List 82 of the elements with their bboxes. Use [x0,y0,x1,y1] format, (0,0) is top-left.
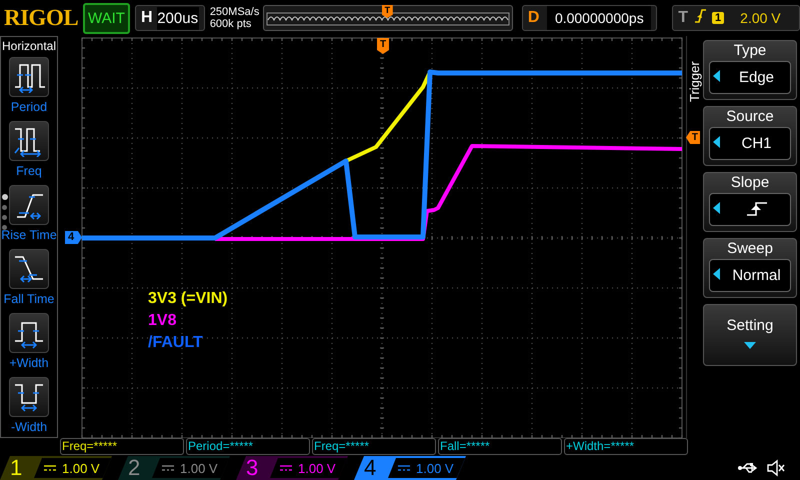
channel-number: 4 [364,455,378,480]
menu-button[interactable]: Setting [703,304,797,366]
run-status[interactable]: WAIT [83,2,130,34]
channel-scale: 1.00 V [180,460,218,476]
measure-label: -Width [10,420,48,436]
dc-coupling-icon [398,464,410,472]
measurement-readout: Freq=***** [60,438,184,455]
menu-title: Horizontal [2,39,56,53]
channel-tab[interactable]: 1 1.00 V [0,456,112,480]
menu-button[interactable]: Source CH1 [703,106,797,166]
left-arrow-icon [713,136,720,148]
channel-scale: 1.00 V [62,460,100,476]
trigger-level-marker[interactable]: T [686,131,700,144]
menu-button-title: Sweep [727,239,773,259]
channel-offset-marker[interactable]: 4 [65,231,82,244]
trigger-position-marker[interactable]: T [377,38,389,54]
channel-scale: 1.00 V [416,460,454,476]
value-field[interactable]: Edge [709,61,791,94]
menu-button-title: Slope [730,173,770,193]
menu-button-title: Setting [726,316,774,336]
channel-scale: 1.00 V [298,460,336,476]
delay-label: D [528,9,540,27]
menu-button[interactable]: Slope [703,172,797,232]
measurement-readout: Period=***** [186,438,310,455]
measure-label: Rise Time [1,228,57,244]
channel-tab[interactable]: 3 1.00 V [236,456,348,480]
trace-label: 1V8 [148,311,178,331]
mute-icon [766,459,786,477]
delay-value: 0.00000000ps [547,6,652,30]
menu-value: CH1 [740,135,772,152]
measure-label: Freq [16,164,42,180]
dc-coupling-icon [44,464,56,472]
dc-coupling-icon [280,464,292,472]
menu-value: Normal [731,267,782,284]
delay-box[interactable]: D 0.00000000ps [522,5,658,31]
left-arrow-icon [713,70,720,82]
trigger-label: T [678,9,688,27]
timebase-label: H [140,9,152,27]
menu-button[interactable]: Type Edge [703,40,797,100]
timebase-value: 200us [156,6,199,30]
measure-button[interactable] [9,377,49,417]
channel-number: 1 [10,455,24,480]
channel-number: 2 [128,455,142,480]
usb-icon [738,462,760,474]
measure-label: Period [10,100,48,116]
trigger-source: 1 [712,12,724,24]
measurement-readout: +Width=***** [564,438,688,455]
measurement-readout: Freq=***** [312,438,436,455]
sample-rate: 250MSa/s [210,6,258,18]
menu-button-title: Source [726,107,774,127]
trigger-box[interactable]: T 1 2.00 V [672,5,800,31]
measurement-readout: Fall=***** [438,438,562,455]
menu-button-title: Type [734,41,766,61]
measure-button[interactable] [8,185,49,225]
measure-label: +Width [9,356,49,372]
rising-edge-icon [694,8,706,24]
menu-title: Trigger [687,60,703,102]
channel-tab[interactable]: 4 1.00 V [354,456,466,480]
value-field[interactable] [709,193,791,226]
channel-number: 3 [246,455,260,480]
measure-button[interactable] [9,121,49,161]
timebase-box[interactable]: H 200us [134,5,205,31]
trigger-level: 2.00 V [740,10,781,26]
measure-label: Fall Time [4,292,54,308]
down-arrow-icon [744,341,756,349]
measure-button[interactable] [9,313,49,353]
rising-edge-icon [744,200,768,216]
trace-label: 3V3 (=VIN) [148,289,228,309]
measure-button[interactable] [9,57,49,97]
trace-label: /FAULT [148,333,204,353]
trigger-position-marker: T [382,5,393,18]
dc-coupling-icon [162,464,174,472]
value-field[interactable]: Normal [709,259,791,292]
memory-depth: 600k pts [210,18,252,30]
left-arrow-icon [713,268,720,280]
value-field[interactable]: CH1 [709,127,791,160]
channel-tab[interactable]: 2 1.00 V [118,456,230,480]
measure-button[interactable] [8,249,49,289]
brand-logo: RIGOL [4,5,78,31]
menu-button[interactable]: Sweep Normal [703,238,797,298]
left-arrow-icon [713,202,720,214]
menu-value: Edge [738,69,776,86]
